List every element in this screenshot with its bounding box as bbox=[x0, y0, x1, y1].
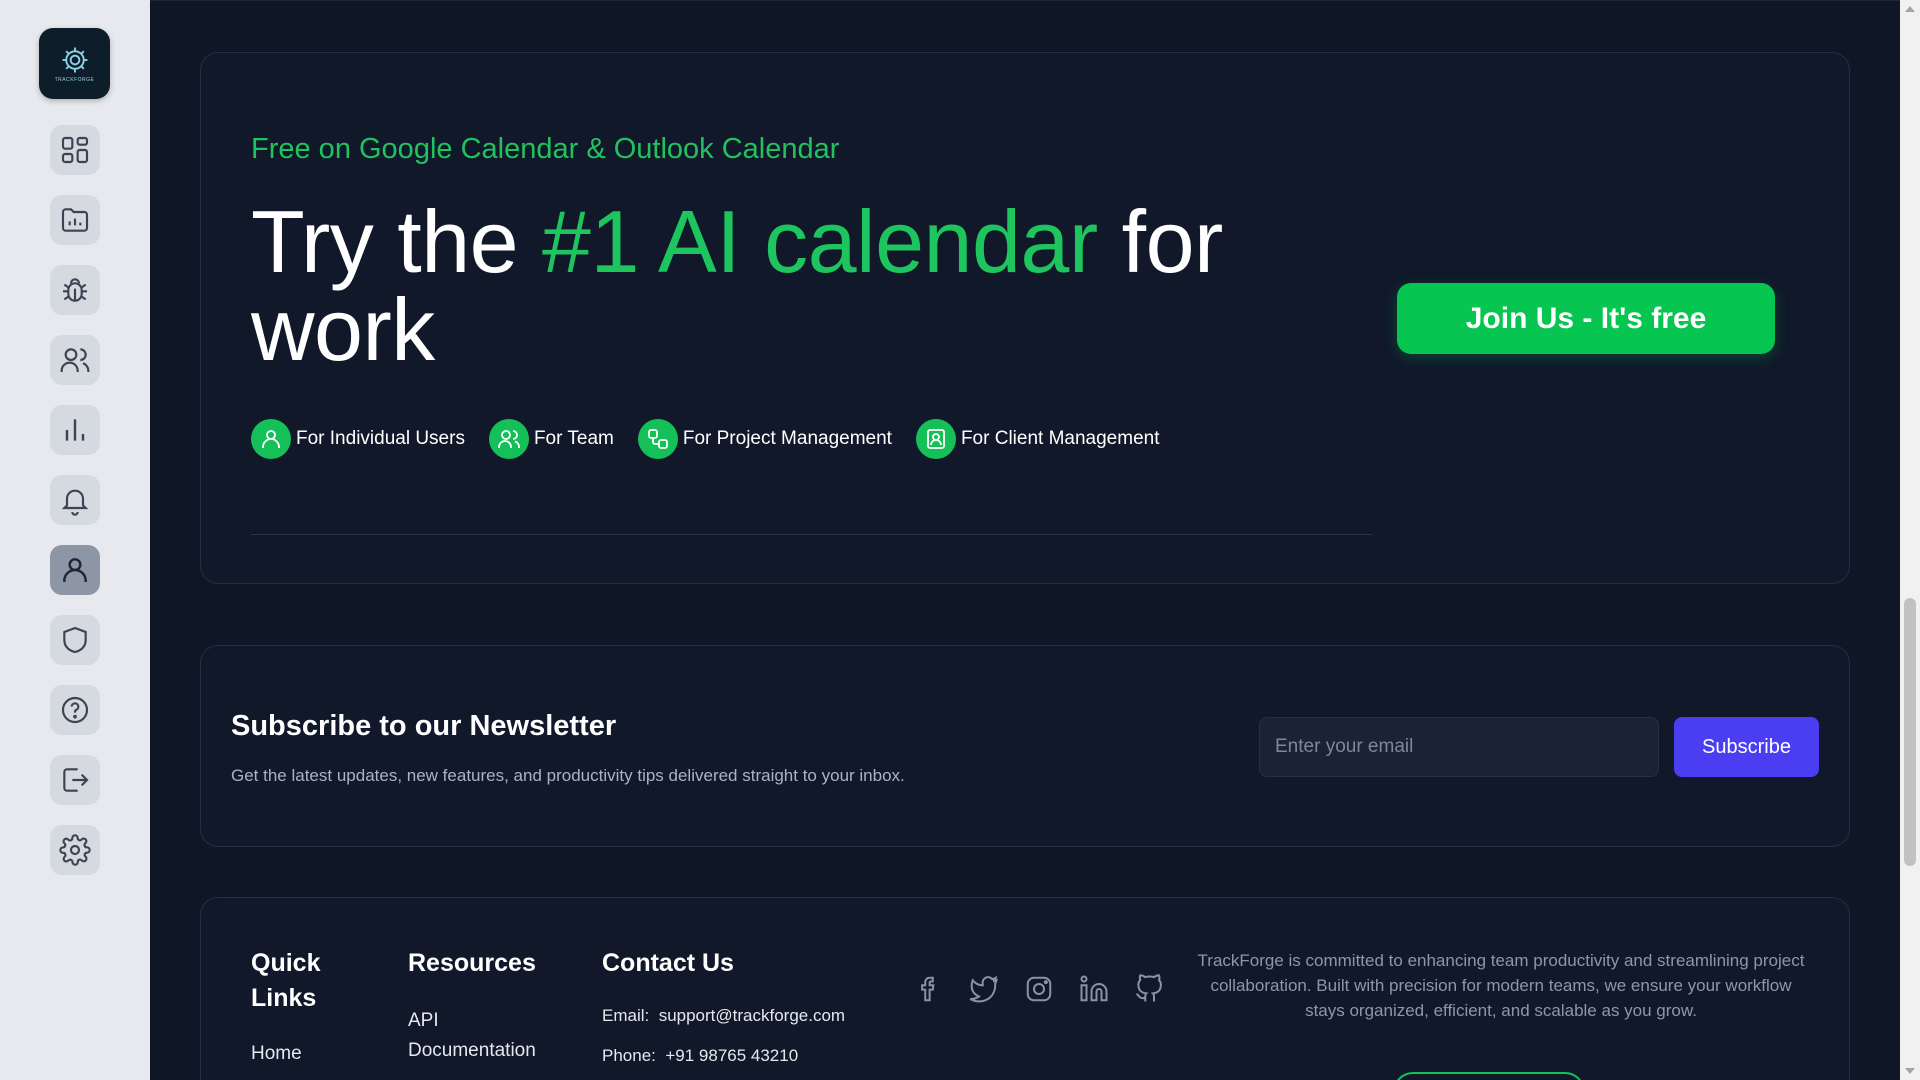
social-links bbox=[901, 974, 1176, 1004]
sidebar-item-settings[interactable] bbox=[50, 825, 100, 875]
main-content: Free on Google Calendar & Outlook Calend… bbox=[150, 0, 1900, 1080]
folder-chart-icon bbox=[61, 208, 89, 232]
sidebar: TRACKFORGE bbox=[0, 0, 150, 1080]
audience-client-management[interactable]: For Client Management bbox=[915, 419, 1160, 459]
bell-icon bbox=[61, 489, 89, 516]
audience-label: For Team bbox=[533, 428, 614, 449]
phone-label: Phone: bbox=[602, 1046, 656, 1065]
audience-label: For Individual Users bbox=[296, 428, 465, 449]
logout-icon bbox=[63, 768, 89, 792]
newsletter-card: Subscribe to our Newsletter Get the late… bbox=[200, 645, 1850, 847]
twitter-icon[interactable] bbox=[956, 974, 1011, 1004]
user-icon bbox=[63, 558, 87, 582]
cta-heading: Try the #1 AI calendar for work bbox=[251, 198, 1281, 374]
footer-card: Quick Links Home Resources API Documenta… bbox=[200, 897, 1850, 1080]
sidebar-item-notifications[interactable] bbox=[50, 475, 100, 525]
question-icon bbox=[61, 696, 89, 724]
sidebar-item-team[interactable] bbox=[50, 335, 100, 385]
contact-heading: Contact Us bbox=[602, 949, 734, 977]
facebook-icon[interactable] bbox=[901, 974, 956, 1004]
audience-list: For Individual Users For Team For Projec… bbox=[251, 419, 1184, 459]
contact-phone: Phone: +91 98765 43210 bbox=[602, 1046, 798, 1066]
bug-icon bbox=[63, 278, 87, 302]
contact-icon bbox=[915, 419, 956, 459]
about-text: TrackForge is committed to enhancing tea… bbox=[1197, 951, 1805, 1020]
sidebar-item-bugs[interactable] bbox=[50, 265, 100, 315]
audience-project-management[interactable]: For Project Management bbox=[637, 419, 892, 459]
logo-text: TRACKFORGE bbox=[54, 76, 95, 83]
cta-card: Free on Google Calendar & Outlook Calend… bbox=[200, 52, 1850, 584]
gear-logo-icon bbox=[62, 47, 87, 72]
resources-heading: Resources bbox=[408, 949, 536, 977]
cta-subtitle: Free on Google Calendar & Outlook Calend… bbox=[251, 133, 840, 165]
audience-team[interactable]: For Team bbox=[488, 419, 614, 459]
sidebar-item-dashboard[interactable] bbox=[50, 125, 100, 175]
cta-heading-highlight: #1 AI calendar bbox=[542, 192, 1098, 291]
join-button[interactable]: Join Us - It's free bbox=[1397, 283, 1775, 354]
scrollbar[interactable] bbox=[1900, 0, 1920, 1080]
divider bbox=[251, 534, 1372, 535]
sidebar-item-help[interactable] bbox=[50, 685, 100, 735]
trackforge-logo[interactable]: TRACKFORGE bbox=[39, 28, 110, 99]
audience-individual[interactable]: For Individual Users bbox=[251, 419, 465, 459]
quick-links-heading: Quick Links bbox=[251, 949, 321, 1012]
audience-label: For Project Management bbox=[682, 428, 892, 449]
user-icon bbox=[251, 419, 291, 459]
github-icon[interactable] bbox=[1121, 974, 1176, 1004]
email-label: Email: bbox=[602, 1006, 650, 1025]
users-icon bbox=[488, 419, 529, 459]
footer-link-home[interactable]: Home bbox=[251, 1039, 302, 1069]
gear-icon bbox=[59, 834, 91, 866]
subscribe-button[interactable]: Subscribe bbox=[1674, 717, 1819, 777]
users-icon bbox=[60, 348, 90, 372]
newsletter-title: Subscribe to our Newsletter bbox=[231, 710, 617, 742]
linkedin-icon[interactable] bbox=[1066, 974, 1121, 1004]
scroll-up-icon[interactable] bbox=[1905, 6, 1915, 12]
project-icon bbox=[637, 419, 678, 459]
instagram-icon[interactable] bbox=[1011, 974, 1066, 1004]
sidebar-item-projects[interactable] bbox=[50, 195, 100, 245]
bar-chart-icon bbox=[65, 419, 85, 441]
newsletter-description: Get the latest updates, new features, an… bbox=[231, 766, 905, 785]
scroll-down-icon[interactable] bbox=[1905, 1068, 1915, 1074]
email-value[interactable]: support@trackforge.com bbox=[659, 1006, 845, 1025]
footer-button[interactable] bbox=[1393, 1072, 1585, 1080]
audience-label: For Client Management bbox=[960, 428, 1160, 449]
email-input[interactable] bbox=[1259, 717, 1659, 777]
sidebar-item-logout[interactable] bbox=[50, 755, 100, 805]
shield-icon bbox=[63, 626, 87, 654]
scroll-thumb[interactable] bbox=[1904, 598, 1916, 866]
sidebar-item-security[interactable] bbox=[50, 615, 100, 665]
sidebar-item-profile[interactable] bbox=[50, 545, 100, 595]
sidebar-item-reports[interactable] bbox=[50, 405, 100, 455]
contact-email: Email: support@trackforge.com bbox=[602, 1006, 845, 1026]
phone-value: +91 98765 43210 bbox=[665, 1046, 799, 1065]
cta-heading-pre: Try the bbox=[251, 192, 543, 291]
grid-icon bbox=[61, 136, 89, 164]
footer-link-api-docs[interactable]: API Documentation bbox=[408, 1006, 558, 1066]
